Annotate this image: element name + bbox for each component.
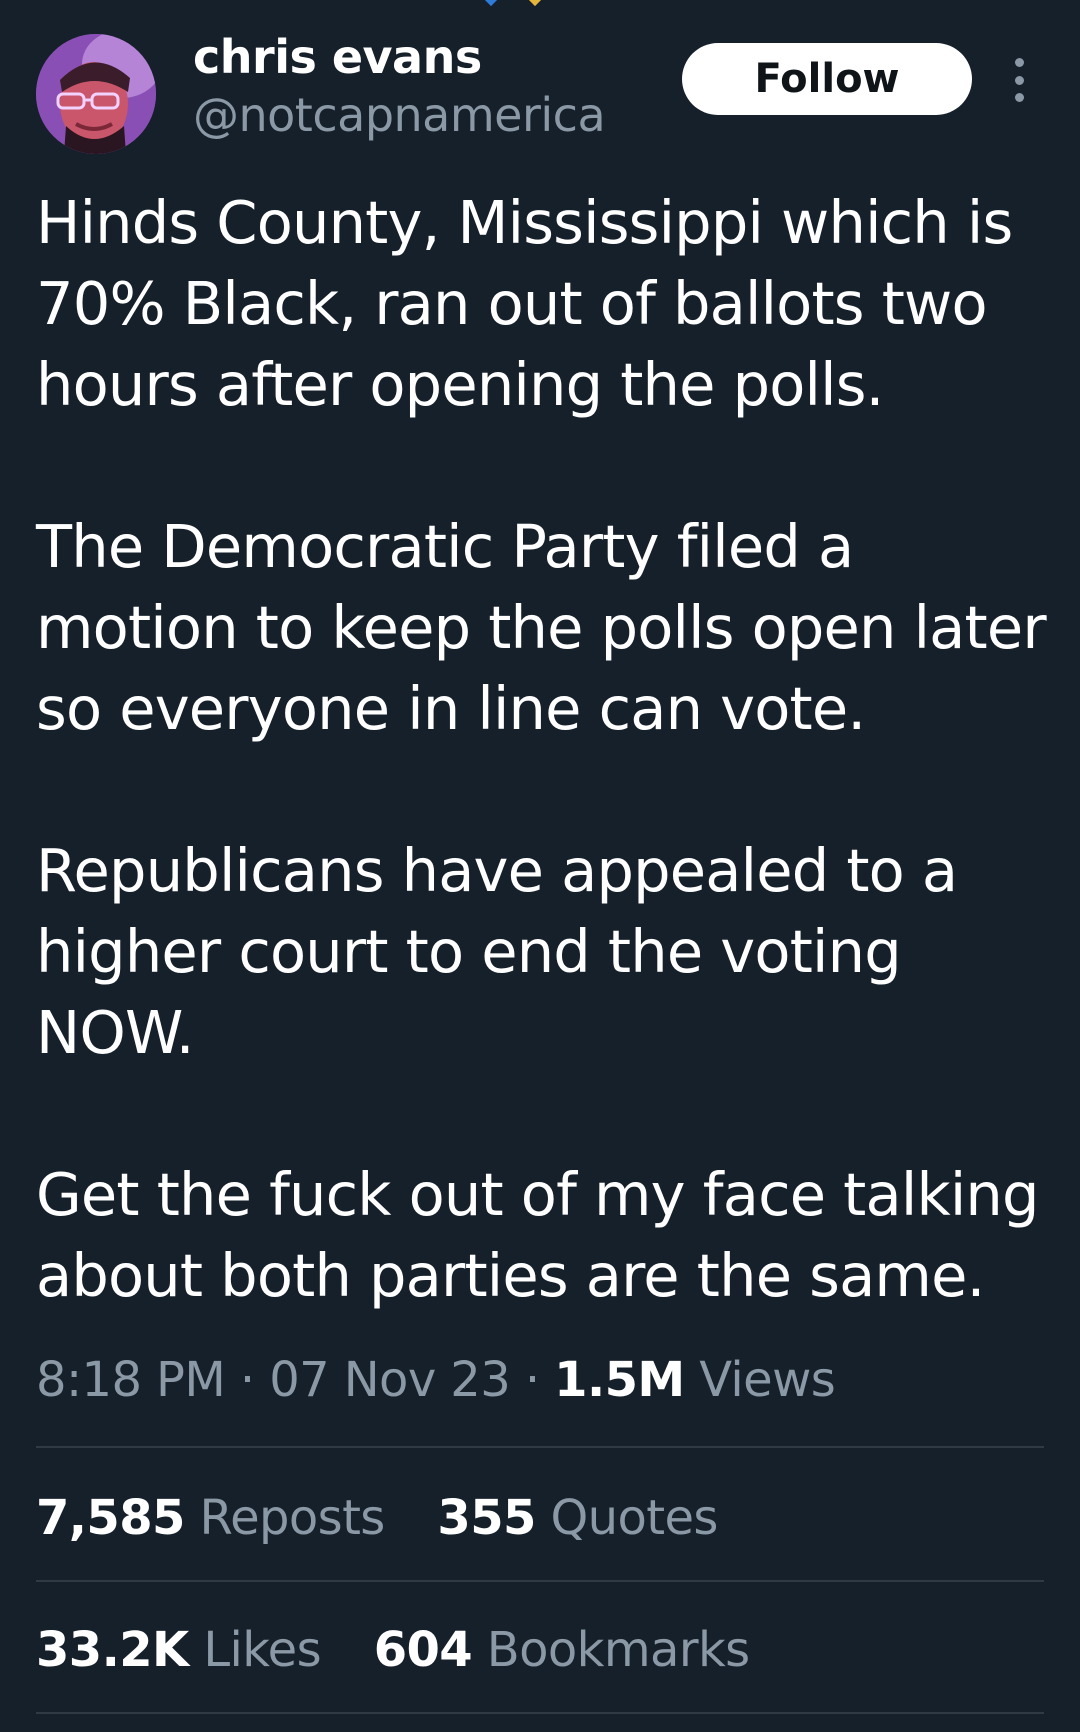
tweet-paragraph: Hinds County, Mississippi which is 70% B… xyxy=(36,188,1013,419)
views-count: 1.5M xyxy=(554,1352,685,1408)
tweet-paragraph: Republicans have appealed to a higher co… xyxy=(36,836,958,1067)
tweet-page: chris evans @notcapnamerica Follow Hinds… xyxy=(0,0,1080,1732)
blue-diamond-icon xyxy=(483,0,499,7)
bookmarks-count: 604 xyxy=(373,1622,473,1678)
author-handle[interactable]: @notcapnamerica xyxy=(193,88,606,142)
likes-label: Likes xyxy=(203,1622,322,1678)
more-vertical-icon[interactable] xyxy=(1006,58,1032,102)
divider xyxy=(36,1446,1044,1448)
reposts-stat[interactable]: 7,585 Reposts xyxy=(36,1490,385,1546)
author-name[interactable]: chris evans xyxy=(193,30,482,84)
tweet-meta: 8:18 PM · 07 Nov 23 · 1.5M Views xyxy=(36,1352,836,1408)
top-accent-decoration xyxy=(480,0,543,7)
likes-count: 33.2K xyxy=(36,1622,189,1678)
tweet-text: Hinds County, Mississippi which is 70% B… xyxy=(36,182,1047,1316)
avatar-image xyxy=(36,34,156,154)
tweet-time[interactable]: 8:18 PM xyxy=(36,1352,226,1408)
bookmarks-stat[interactable]: 604 Bookmarks xyxy=(374,1622,750,1678)
views-label: Views xyxy=(699,1352,836,1408)
quotes-stat[interactable]: 355 Quotes xyxy=(437,1490,718,1546)
yellow-diamond-icon xyxy=(527,0,543,7)
follow-button[interactable]: Follow xyxy=(682,43,972,115)
tweet-date[interactable]: 07 Nov 23 xyxy=(269,1352,511,1408)
engagement-row: 7,585 Reposts 355 Quotes xyxy=(36,1490,756,1546)
bookmarks-label: Bookmarks xyxy=(486,1622,750,1678)
meta-separator: · xyxy=(225,1352,270,1408)
tweet-paragraph: The Democratic Party filed a motion to k… xyxy=(36,512,1047,743)
quotes-label: Quotes xyxy=(550,1490,718,1546)
divider xyxy=(36,1580,1044,1582)
likes-stat[interactable]: 33.2K Likes xyxy=(36,1622,322,1678)
reposts-count: 7,585 xyxy=(36,1490,185,1546)
quotes-count: 355 xyxy=(437,1490,536,1546)
divider xyxy=(36,1712,1044,1714)
meta-separator: · xyxy=(510,1352,555,1408)
tweet-paragraph: Get the fuck out of my face talking abou… xyxy=(36,1160,1039,1310)
engagement-row: 33.2K Likes 604 Bookmarks xyxy=(36,1622,788,1678)
avatar[interactable] xyxy=(36,34,156,154)
reposts-label: Reposts xyxy=(199,1490,386,1546)
